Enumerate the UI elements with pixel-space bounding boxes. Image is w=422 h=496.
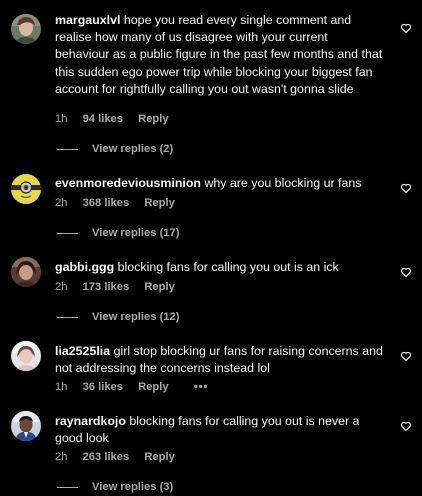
comment-meta: 1h 36 likes Reply ••• <box>55 380 208 394</box>
view-replies-label: View replies (12) <box>92 311 180 323</box>
avatar[interactable] <box>11 14 41 44</box>
avatar[interactable] <box>11 257 41 287</box>
comment-body: why are you blocking ur fans <box>204 176 362 190</box>
comment-time: 1h <box>55 113 68 125</box>
comment-likes[interactable]: 263 likes <box>83 451 130 463</box>
view-replies-label: View replies (17) <box>92 227 180 239</box>
heart-outline-icon[interactable] <box>400 22 412 34</box>
view-replies-button[interactable]: View replies (3) <box>57 480 173 494</box>
view-replies-label: View replies (2) <box>92 143 174 155</box>
comment-text-block: margauxlvl hope you read every single co… <box>55 12 385 98</box>
comment-likes[interactable]: 94 likes <box>83 113 123 125</box>
view-replies-button[interactable]: View replies (2) <box>57 142 173 156</box>
view-replies-line <box>57 148 78 150</box>
view-replies-line <box>57 486 78 488</box>
reply-button[interactable]: Reply <box>138 113 168 125</box>
reply-button[interactable]: Reply <box>144 197 174 209</box>
comment-username[interactable]: evenmoredeviousminion <box>55 176 201 190</box>
comment-likes[interactable]: 368 likes <box>83 197 130 209</box>
comment-username[interactable]: margauxlvl <box>55 13 120 27</box>
comment-time: 2h <box>55 451 68 463</box>
comment-time: 1h <box>55 381 68 393</box>
comment-meta: 2h 173 likes Reply <box>55 280 175 294</box>
view-replies-label: View replies (3) <box>92 481 174 493</box>
comment-username[interactable]: lia2525lia <box>55 344 110 358</box>
comment-username[interactable]: raynardkojo <box>55 414 126 428</box>
view-replies-line <box>57 316 78 318</box>
avatar[interactable] <box>11 341 41 371</box>
comment-username[interactable]: gabbi.ggg <box>55 260 114 274</box>
reply-button[interactable]: Reply <box>138 381 168 393</box>
reply-button[interactable]: Reply <box>144 451 174 463</box>
comment-likes[interactable]: 36 likes <box>83 381 123 393</box>
more-options-icon[interactable]: ••• <box>194 380 209 394</box>
comment-meta: 2h 368 likes Reply <box>55 196 175 210</box>
heart-outline-icon[interactable] <box>400 350 412 362</box>
heart-outline-icon[interactable] <box>400 420 412 432</box>
heart-outline-icon[interactable] <box>400 182 412 194</box>
reply-button[interactable]: Reply <box>144 281 174 293</box>
comment-time: 2h <box>55 197 68 209</box>
comment-meta: 2h 263 likes Reply <box>55 450 175 464</box>
view-replies-button[interactable]: View replies (12) <box>57 310 179 324</box>
view-replies-line <box>57 232 78 234</box>
comment-text-block: raynardkojo blocking fans for calling yo… <box>55 413 385 447</box>
view-replies-button[interactable]: View replies (17) <box>57 226 179 240</box>
avatar[interactable] <box>11 174 41 204</box>
comment-meta: 1h 94 likes Reply <box>55 112 169 126</box>
comment-time: 2h <box>55 281 68 293</box>
heart-outline-icon[interactable] <box>400 266 412 278</box>
avatar[interactable] <box>11 411 41 441</box>
comment-likes[interactable]: 173 likes <box>83 281 130 293</box>
comment-body: blocking fans for calling you out is an … <box>117 260 339 274</box>
comment-text-block: evenmoredeviousminion why are you blocki… <box>55 175 385 192</box>
comment-text-block: lia2525lia girl stop blocking ur fans fo… <box>55 343 385 377</box>
comment-text-block: gabbi.ggg blocking fans for calling you … <box>55 259 385 276</box>
